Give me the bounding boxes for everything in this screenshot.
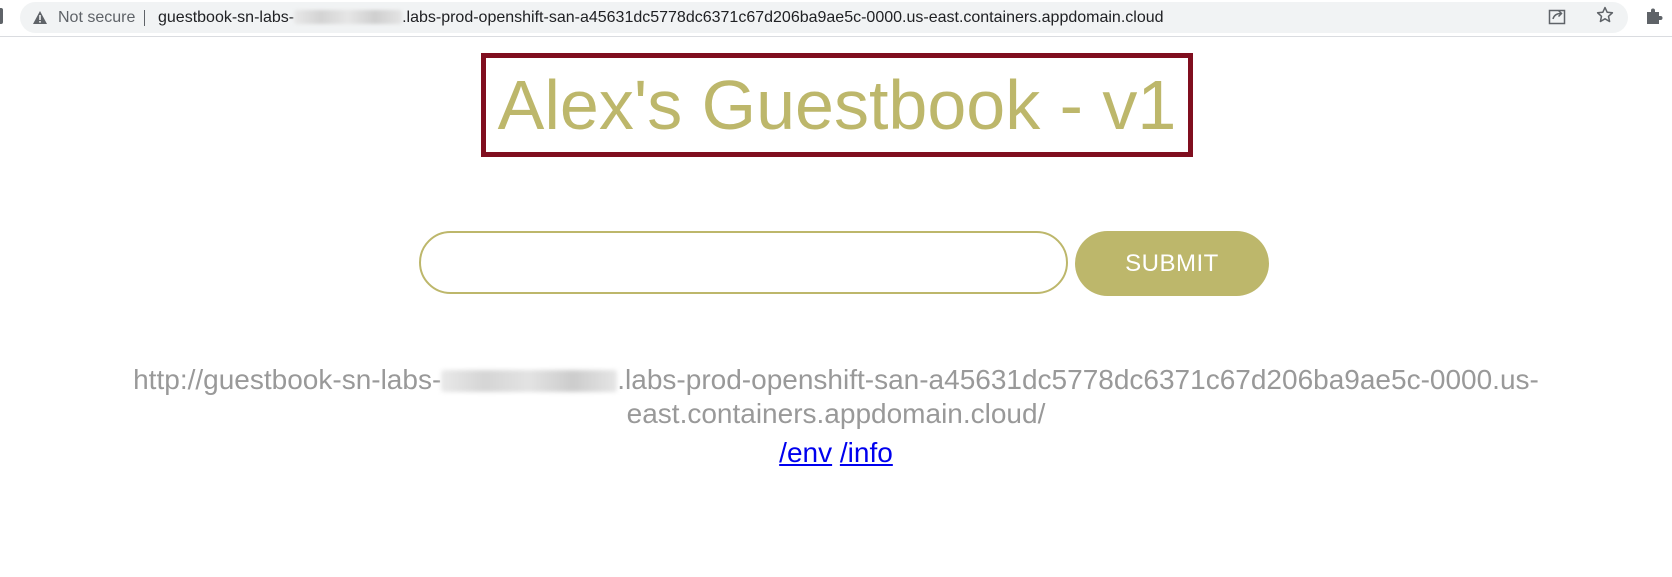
submit-button[interactable]: SUBMIT bbox=[1075, 231, 1269, 296]
title-banner: Alex's Guestbook - v1 bbox=[481, 53, 1193, 157]
url-prefix: guestbook-sn-labs- bbox=[158, 9, 295, 26]
warning-icon[interactable] bbox=[32, 10, 48, 25]
host-url-prefix: http://guestbook-sn-labs- bbox=[133, 364, 442, 395]
page-title: Alex's Guestbook - v1 bbox=[497, 66, 1177, 144]
share-icon[interactable] bbox=[1548, 7, 1566, 25]
info-link[interactable]: /info bbox=[840, 437, 893, 468]
address-bar[interactable]: Not secure guestbook-sn-labs- .labs-prod-… bbox=[20, 2, 1628, 33]
host-url-line2: east.containers.appdomain.cloud/ bbox=[626, 398, 1046, 429]
host-url-text: http://guestbook-sn-labs- .labs-prod-open… bbox=[40, 363, 1632, 431]
address-url[interactable]: guestbook-sn-labs- .labs-prod-openshift-s… bbox=[158, 9, 1164, 27]
url-suffix: .labs-prod-openshift-san-a45631dc5778dc6… bbox=[402, 9, 1164, 26]
security-status-label[interactable]: Not secure bbox=[58, 9, 135, 27]
host-url-suffix: .labs-prod-openshift-san-a45631dc5778dc6… bbox=[617, 364, 1539, 395]
env-link[interactable]: /env bbox=[779, 437, 832, 468]
tab-edge-indicator bbox=[0, 8, 3, 24]
redacted-text bbox=[294, 10, 403, 24]
address-divider bbox=[144, 10, 145, 26]
extensions-icon[interactable] bbox=[1644, 6, 1664, 26]
browser-toolbar: Not secure guestbook-sn-labs- .labs-prod-… bbox=[0, 0, 1672, 37]
redacted-text bbox=[441, 370, 618, 392]
link-row: /env /info bbox=[0, 437, 1672, 469]
guestbook-entry-input[interactable] bbox=[419, 231, 1068, 294]
star-icon[interactable] bbox=[1596, 6, 1614, 24]
